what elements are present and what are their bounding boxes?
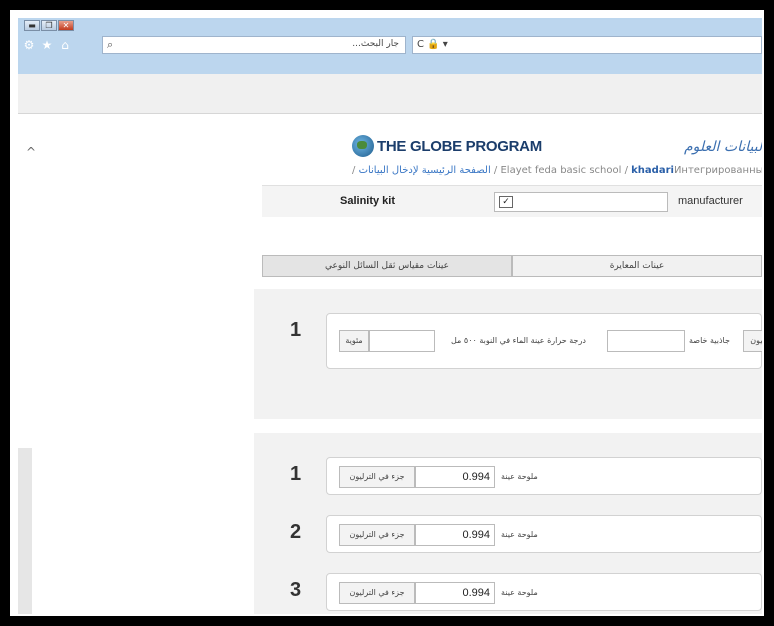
unit-celsius: مئوية (339, 330, 369, 352)
breadcrumb-school[interactable]: Elayet feda basic school (500, 165, 621, 176)
browser-toolbar: ▬ ❐ ✕ ⚙ ★ ⌂ ⌕ ...جار البحث C 🔒 ▾ (18, 18, 762, 74)
unit-ppt: جزء في الترليون (339, 524, 415, 546)
calibration-section: 1 مئوية درجة حرارة عينة الماء في النوبة … (254, 289, 762, 419)
address-tools: C 🔒 ▾ (417, 39, 448, 50)
temperature-label: درجة حرارة عينة الماء في النوبة ٥٠٠ مل (451, 336, 586, 345)
breadcrumb: / الصفحة الرئيسية لإدخال البيانات / Elay… (352, 165, 762, 176)
kit-label: Salinity kit (340, 195, 396, 207)
browser-search-input[interactable]: ⌕ ...جار البحث (102, 36, 406, 54)
home-icon[interactable]: ⌂ (58, 38, 72, 52)
sample-row: جزء في الترليون 0.994 ملوحة عينة (326, 515, 762, 553)
tabs: عينات مقياس ثقل السائل النوعي عينات المع… (262, 255, 762, 277)
sample-row: جزء في الترليون 0.994 ملوحة عينة (326, 573, 762, 611)
minimize-button[interactable]: ▬ (24, 20, 40, 31)
specific-gravity-label: جاذبية خاصة (689, 336, 730, 345)
calibration-row: مئوية درجة حرارة عينة الماء في النوبة ٥٠… (326, 313, 762, 369)
unit-ppt: ترليون (743, 330, 762, 352)
globe-logo[interactable]: THE GLOBE PROGRAM (352, 135, 542, 157)
salinity-input[interactable]: 0.994 (415, 466, 495, 488)
tab-calibration-samples[interactable]: عينات المعايرة (512, 255, 762, 277)
chevron-up-icon[interactable]: ^ (26, 145, 36, 159)
salinity-label: ملوحة عينة (501, 588, 538, 597)
screenshot-frame: ▬ ❐ ✕ ⚙ ★ ⌂ ⌕ ...جار البحث C 🔒 ▾ ^ THE G… (10, 10, 764, 616)
kit-select[interactable]: ✓ (494, 192, 668, 212)
breadcrumb-user-suffix: Интегрированный п (673, 165, 762, 176)
breadcrumb-user[interactable]: khadari (631, 165, 674, 176)
search-placeholder: ...جار البحث (352, 39, 399, 49)
browser-window: ▬ ❐ ✕ ⚙ ★ ⌂ ⌕ ...جار البحث C 🔒 ▾ ^ THE G… (18, 18, 762, 614)
restore-button[interactable]: ❐ (41, 20, 57, 31)
window-controls: ▬ ❐ ✕ (24, 20, 75, 32)
specific-gravity-input[interactable] (607, 330, 685, 352)
salinity-label: ملوحة عينة (501, 530, 538, 539)
samples-section: 1 جزء في الترليون 0.994 ملوحة عينة 2 جزء… (254, 433, 762, 614)
salinity-input[interactable]: 0.994 (415, 524, 495, 546)
close-button[interactable]: ✕ (58, 20, 74, 31)
kit-bar: Salinity kit ✓ manufacturer (262, 185, 762, 217)
salinity-label: ملوحة عينة (501, 472, 538, 481)
browser-command-bar (18, 74, 762, 114)
page-content: THE GLOBE PROGRAM البيانات العلوم / الصف… (254, 115, 762, 614)
manufacturer-label: manufacturer (678, 195, 743, 207)
settings-icon[interactable]: ⚙ (22, 38, 36, 52)
address-bar[interactable]: C 🔒 ▾ (412, 36, 762, 54)
row-number: 1 (290, 319, 302, 341)
logo-text: THE GLOBE PROGRAM (377, 137, 542, 155)
left-pane: ^ (18, 115, 254, 614)
breadcrumb-home-link[interactable]: الصفحة الرئيسية لإدخال البيانات (359, 165, 491, 176)
unit-ppt: جزء في الترليون (339, 582, 415, 604)
dropdown-arrow-icon[interactable]: ✓ (499, 196, 513, 208)
temperature-input[interactable] (369, 330, 435, 352)
salinity-input[interactable]: 0.994 (415, 582, 495, 604)
search-icon: ⌕ (107, 38, 114, 51)
unit-ppt: جزء في الترليون (339, 466, 415, 488)
sample-number: 2 (290, 521, 302, 543)
favorites-icon[interactable]: ★ (40, 38, 54, 52)
tab-hydrometer-samples[interactable]: عينات مقياس ثقل السائل النوعي (262, 255, 512, 277)
globe-icon (352, 135, 374, 157)
sample-row: جزء في الترليون 0.994 ملوحة عينة (326, 457, 762, 495)
sample-number: 1 (290, 463, 302, 485)
scrollbar[interactable] (18, 448, 32, 614)
page-title: البيانات العلوم (684, 139, 762, 155)
sample-number: 3 (290, 579, 302, 601)
